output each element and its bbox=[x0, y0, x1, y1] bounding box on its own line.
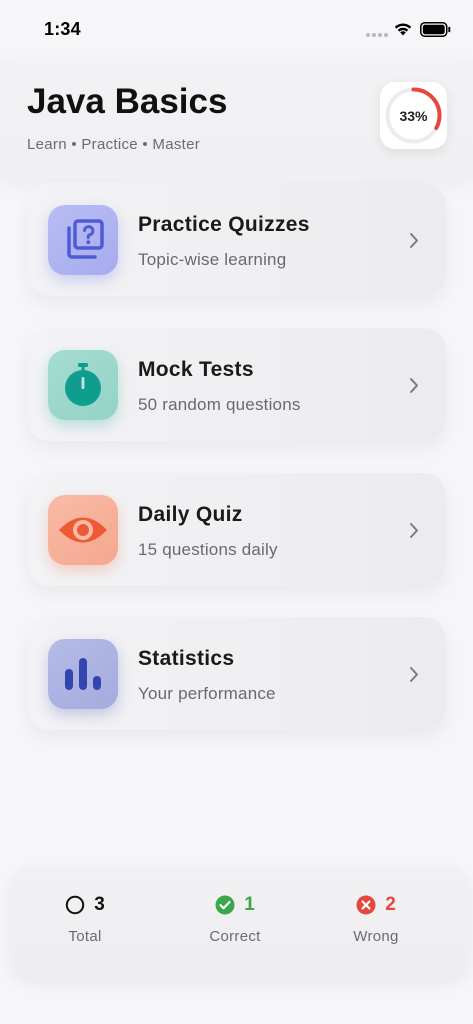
stat-label: Total bbox=[68, 928, 102, 945]
card-subtitle: Topic-wise learning bbox=[138, 250, 287, 269]
card-subtitle: Your performance bbox=[138, 684, 276, 703]
chevron-right-icon bbox=[410, 523, 418, 538]
x-circle-icon bbox=[356, 895, 376, 915]
question-cards-icon bbox=[48, 205, 118, 275]
check-circle-icon bbox=[215, 895, 235, 915]
signal-dots-icon bbox=[366, 33, 388, 39]
card-title: Mock Tests bbox=[138, 358, 254, 381]
eye-icon bbox=[48, 495, 118, 565]
card-subtitle: 15 questions daily bbox=[138, 540, 278, 559]
bar-chart-icon bbox=[48, 639, 118, 709]
card-subtitle: 50 random questions bbox=[138, 395, 301, 414]
card-title: Statistics bbox=[138, 647, 235, 670]
statistics-card[interactable]: Statistics Your performance bbox=[28, 617, 446, 730]
stat-label: Wrong bbox=[353, 928, 399, 945]
progress-percent: 33% bbox=[399, 107, 428, 124]
stat-total: 3 Total bbox=[10, 866, 160, 978]
stat-label: Correct bbox=[209, 928, 261, 945]
card-title: Daily Quiz bbox=[138, 503, 243, 526]
stat-value: 2 bbox=[385, 894, 396, 915]
circle-icon bbox=[66, 895, 85, 915]
header: Java Basics Learn • Practice • Master 33… bbox=[0, 58, 473, 180]
status-bar: 1:34 bbox=[0, 0, 473, 60]
stats-bar: 3 Total 1 Correct 2 Wrong bbox=[10, 866, 470, 978]
page-title: Java Basics bbox=[27, 82, 228, 121]
card-title: Practice Quizzes bbox=[138, 213, 310, 236]
daily-quiz-card[interactable]: Daily Quiz 15 questions daily bbox=[28, 473, 446, 586]
progress-badge[interactable]: 33% bbox=[380, 82, 447, 149]
stat-wrong: 2 Wrong bbox=[301, 866, 451, 978]
chevron-right-icon bbox=[410, 378, 418, 393]
practice-quizzes-card[interactable]: Practice Quizzes Topic-wise learning bbox=[28, 183, 446, 296]
stat-correct: 1 Correct bbox=[160, 866, 310, 978]
chevron-right-icon bbox=[410, 233, 418, 248]
stat-value: 3 bbox=[94, 894, 105, 915]
mock-tests-card[interactable]: Mock Tests 50 random questions bbox=[28, 328, 446, 441]
wifi-icon bbox=[394, 23, 412, 36]
status-time: 1:34 bbox=[44, 19, 81, 39]
stopwatch-icon bbox=[48, 350, 118, 420]
stat-value: 1 bbox=[244, 894, 255, 915]
chevron-right-icon bbox=[410, 667, 418, 682]
page-subtitle: Learn • Practice • Master bbox=[27, 136, 201, 153]
battery-icon bbox=[420, 22, 451, 37]
